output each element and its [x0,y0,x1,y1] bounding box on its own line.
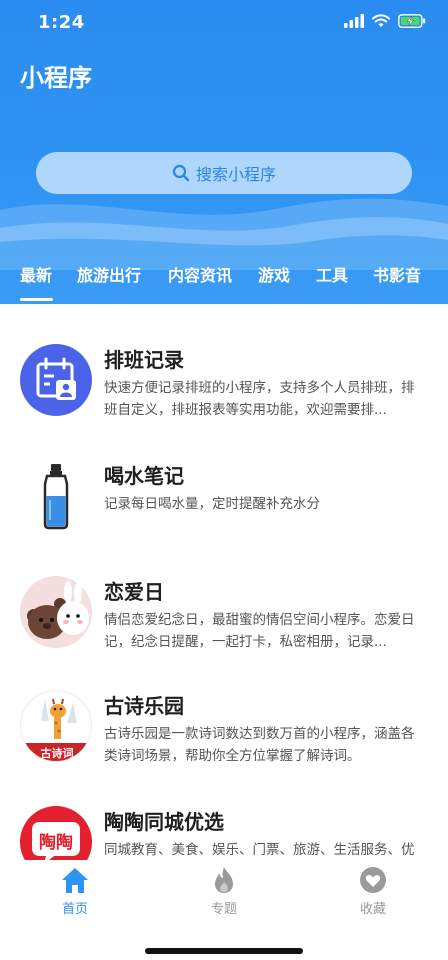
calendar-person-icon [20,344,92,416]
bottom-tab-bar: 首页 专题 收藏 [0,860,448,960]
tabbar-home-label: 首页 [61,902,88,917]
tabbar-favorites-label: 收藏 [359,902,386,917]
status-icons [344,14,426,28]
tab-books-media[interactable]: 书影音 [373,262,421,286]
tabbar-home[interactable]: 首页 [35,866,115,917]
app-description: 快速方便记录排班的小程序，支持多个人员排班，排班自定义，排班报表等实用功能，欢迎… [104,380,415,418]
app-name: 陶陶同城优选 [104,810,224,834]
list-item[interactable]: 古诗词 古诗乐园 古诗乐园是一款诗词数达到数万首的小程序，涵盖各类诗词场景，帮助… [0,670,448,780]
flame-icon [215,867,233,893]
app-name: 喝水笔记 [104,464,184,488]
battery-charging-icon [398,14,426,28]
home-icon [62,868,88,893]
home-indicator [145,948,303,954]
status-time: 1:24 [38,12,85,33]
wifi-icon [372,14,390,27]
list-item[interactable]: 排班记录 快速方便记录排班的小程序，支持多个人员排班，排班自定义，排班报表等实用… [0,324,448,434]
taotao-logo-text: 陶陶 [39,833,73,853]
list-item[interactable]: 恋爱日 情侣恋爱纪念日，最甜蜜的情侣空间小程序。恋爱日记，纪念日提醒，一起打卡，… [0,556,448,666]
app-description: 记录每日喝水量，定时提醒补充水分 [104,496,320,512]
app-description: 古诗乐园是一款诗词数达到数万首的小程序，涵盖各类诗词场景，帮助你全方位掌握了解诗… [104,726,415,764]
couple-bears-icon [20,576,92,648]
active-tab-indicator [20,298,53,301]
app-description: 情侣恋爱纪念日，最甜蜜的情侣空间小程序。恋爱日记，纪念日提醒，一起打卡，私密相册… [104,612,415,650]
category-tabs: 最新 旅游出行 内容资讯 游戏 工具 书影音 [0,262,448,304]
water-bottle-icon [20,460,92,532]
page-title: 小程序 [20,64,92,92]
giraffe-poem-icon: 古诗词 [20,690,92,762]
signal-icon [344,14,364,28]
tabbar-favorites[interactable]: 收藏 [333,866,413,917]
tab-latest[interactable]: 最新 [20,262,52,286]
app-name: 恋爱日 [104,580,164,604]
tabbar-topics-label: 专题 [210,902,237,917]
list-item[interactable]: 喝水笔记 记录每日喝水量，定时提醒补充水分 [0,440,448,550]
header: 1:24 小程序 搜索小程序 最新 旅游出行 内容资讯 游戏 工具 书影音 [0,0,448,304]
tab-news[interactable]: 内容资讯 [168,262,232,286]
app-name: 排班记录 [104,348,184,372]
poem-badge-text: 古诗词 [40,747,74,760]
tab-travel[interactable]: 旅游出行 [77,262,141,286]
tab-games[interactable]: 游戏 [258,262,290,286]
heart-icon [360,867,386,893]
search-bar[interactable]: 搜索小程序 [36,152,412,194]
search-icon [172,164,190,182]
status-bar: 1:24 [0,0,448,44]
app-name: 古诗乐园 [104,694,184,718]
tab-tools[interactable]: 工具 [316,262,348,286]
tabbar-topics[interactable]: 专题 [184,866,264,917]
search-placeholder: 搜索小程序 [195,165,276,184]
